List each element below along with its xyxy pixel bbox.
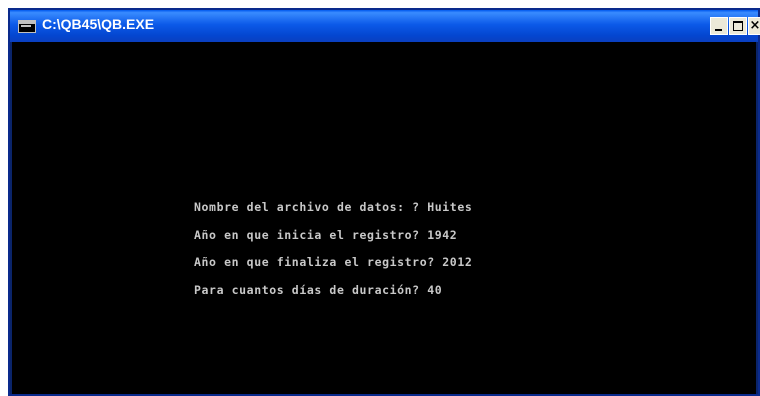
console-app-icon-text xyxy=(21,25,31,27)
console-app-icon-bar xyxy=(19,21,35,24)
console-line-start-year: Año en que inicia el registro? 1942 xyxy=(194,227,458,242)
console-lines: Nombre del archivo de datos: ? Huites Añ… xyxy=(194,194,472,304)
qb-window: C:\QB45\QB.EXE × Nombre del archivo de d… xyxy=(8,8,760,396)
window-title: C:\QB45\QB.EXE xyxy=(42,16,155,32)
console-line-filename: Nombre del archivo de datos: ? Huites xyxy=(194,200,473,214)
maximize-button[interactable] xyxy=(729,17,747,35)
minimize-button[interactable] xyxy=(710,17,728,35)
close-button[interactable]: × xyxy=(748,17,760,35)
console-line-duration: Para cuantos días de duración? 40 xyxy=(194,282,443,297)
console-line-end-year: Año en que finaliza el registro? 2012 xyxy=(194,255,473,269)
console-app-icon[interactable] xyxy=(18,20,36,33)
console-output[interactable]: Nombre del archivo de datos: ? Huites Añ… xyxy=(12,42,756,394)
close-icon: × xyxy=(749,18,760,33)
title-bar[interactable]: C:\QB45\QB.EXE × xyxy=(10,10,760,42)
maximize-icon xyxy=(733,21,743,31)
minimize-icon xyxy=(715,29,722,31)
